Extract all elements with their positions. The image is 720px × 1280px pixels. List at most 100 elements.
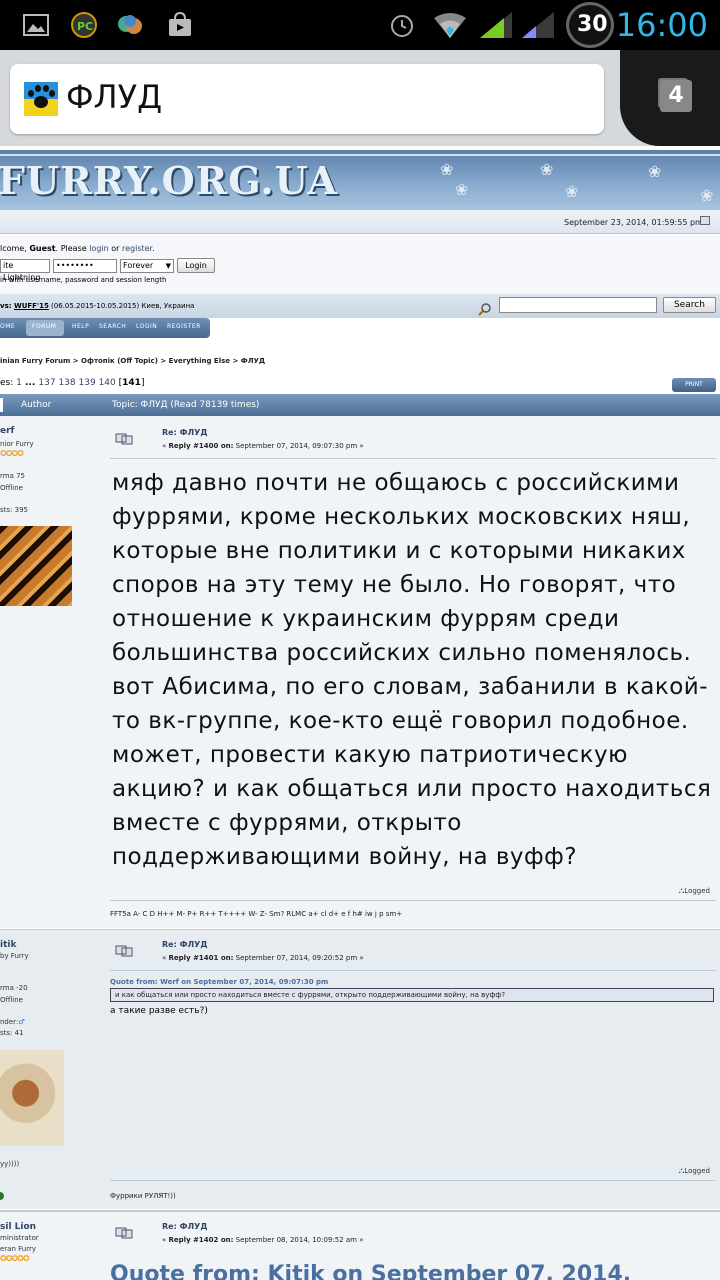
rank-stars: ✪✪✪✪✪ xyxy=(0,1254,29,1263)
session-length-select[interactable]: Forever ▼ xyxy=(120,259,174,273)
print-button[interactable]: PRINT xyxy=(672,378,716,392)
reply-info: « Reply #1401 on: September 07, 2014, 09… xyxy=(162,954,364,962)
login-area: lcome, Guest. Please login or register. … xyxy=(0,236,720,294)
quote-header[interactable]: Quote from: Kitik on September 07, 2014,… xyxy=(110,1262,720,1280)
breadcrumb-item[interactable]: ФЛУД xyxy=(241,357,265,365)
paw-decor-icon: ❀ xyxy=(565,182,579,201)
current-page: 141 xyxy=(122,378,141,388)
register-link[interactable]: register xyxy=(122,244,152,253)
signal-icon xyxy=(480,12,512,38)
alarm-icon xyxy=(391,15,413,37)
post: itik by Furry rma -20 Offline nder:♂ sts… xyxy=(0,929,720,1209)
online-dot-icon xyxy=(0,1192,4,1200)
poster-status: Offline xyxy=(0,996,23,1004)
news-body: (06.05.2015-10.05.2015) Киев, Украина xyxy=(48,302,195,310)
chevron-down-icon: ▼ xyxy=(165,262,171,270)
page-link[interactable]: 140 xyxy=(99,378,116,388)
search-input[interactable] xyxy=(499,297,657,313)
paw-icon xyxy=(24,82,58,116)
author-column-header: Author xyxy=(21,400,52,410)
reply-date: September 07, 2014, 09:20:52 pm » xyxy=(233,954,364,962)
poster-gender: nder:♂ xyxy=(0,1018,25,1026)
breadcrumb-separator: > xyxy=(157,357,169,365)
gallery-icon xyxy=(23,14,49,36)
menu-login[interactable]: LOGIN xyxy=(136,323,157,330)
logged-indicator: ⛬Logged xyxy=(679,1166,710,1176)
post-icon xyxy=(115,945,133,957)
gender-label: nder: xyxy=(0,1018,19,1026)
post-icon xyxy=(115,433,133,445)
login-link[interactable]: login xyxy=(89,244,109,253)
post: sil Lion ministrator eran Furry ✪✪✪✪✪ Re… xyxy=(0,1210,720,1280)
poster-rank-2: eran Furry xyxy=(0,1245,36,1253)
clock: 16:00 xyxy=(615,6,708,44)
guest-label: Guest xyxy=(29,244,56,253)
page-link[interactable]: 137 xyxy=(38,378,55,388)
breadcrumb-item[interactable]: Офтопік (Off Topic) xyxy=(81,357,158,365)
svg-text:PC: PC xyxy=(77,20,93,33)
url-bar[interactable]: ФЛУД xyxy=(10,64,604,134)
quote-header[interactable]: Quote from: Werf on September 07, 2014, … xyxy=(110,978,328,986)
menu-home[interactable]: OME xyxy=(0,323,15,330)
login-hint: in with username, password and session l… xyxy=(0,276,167,284)
password-field[interactable]: •••••••• xyxy=(53,259,117,273)
post-subject[interactable]: Re: ФЛУД xyxy=(162,428,207,437)
menu-help[interactable]: HELP xyxy=(72,323,89,330)
poster-info: sil Lion ministrator eran Furry ✪✪✪✪✪ xyxy=(0,1212,100,1280)
male-icon: ♂ xyxy=(18,1018,25,1026)
news-link[interactable]: WUFF'15 xyxy=(14,302,49,310)
poster-info: erf nior Furry ✪✪✪✪ rma 75 Offline sts: … xyxy=(0,416,100,928)
reply-number: Reply #1400 on: xyxy=(168,442,234,450)
poster-name[interactable]: erf xyxy=(0,426,14,436)
breadcrumb-item[interactable]: inian Furry Forum xyxy=(0,357,70,365)
poster-name[interactable]: sil Lion xyxy=(0,1222,36,1232)
status-bar: PC 30 16:00 xyxy=(0,0,720,50)
post-subject[interactable]: Re: ФЛУД xyxy=(162,940,207,949)
session-value: Forever xyxy=(123,261,154,270)
news-text: vs: WUFF'15 (06.05.2015-10.05.2015) Киев… xyxy=(0,302,194,310)
menu-search[interactable]: SEARCH xyxy=(99,323,126,330)
main-menu: OME FORUM HELP SEARCH LOGIN REGISTER xyxy=(0,318,210,338)
current-date: September 23, 2014, 01:59:55 pm xyxy=(564,218,703,227)
search-button[interactable]: Search xyxy=(663,297,716,313)
paw-decor-icon: ❀ xyxy=(700,186,714,205)
collapse-icon[interactable] xyxy=(700,216,710,225)
poster-post-count: sts: 395 xyxy=(0,506,28,514)
or-text: or xyxy=(108,244,122,253)
rank-stars: ✪✪✪✪ xyxy=(0,449,24,458)
divider xyxy=(110,970,716,971)
reply-date: September 07, 2014, 09:07:30 pm » xyxy=(233,442,364,450)
reply-info: « Reply #1402 on: September 08, 2014, 10… xyxy=(162,1236,364,1244)
logged-indicator: ⛬Logged xyxy=(679,886,710,896)
poster-info: itik by Furry rma -20 Offline nder:♂ sts… xyxy=(0,930,100,1209)
breadcrumb-item[interactable]: Everything Else xyxy=(169,357,230,365)
poster-karma: rma 75 xyxy=(0,472,25,480)
post-icon xyxy=(115,1227,133,1239)
menu-register[interactable]: REGISTER xyxy=(167,323,201,330)
reply-info: « Reply #1400 on: September 07, 2014, 09… xyxy=(162,442,364,450)
menu-forum[interactable]: FORUM xyxy=(32,323,56,330)
poster-post-count: sts: 41 xyxy=(0,1029,24,1037)
welcome-end: . xyxy=(152,244,155,253)
welcome-text: lcome, Guest. Please login or register. xyxy=(0,244,155,253)
tabs-button[interactable]: 4 xyxy=(620,50,720,146)
page-link[interactable]: 139 xyxy=(79,378,96,388)
login-button[interactable]: Login xyxy=(177,258,215,273)
paw-decor-icon: ❀ xyxy=(648,162,662,181)
page-link[interactable]: 138 xyxy=(58,378,75,388)
reply-number: Reply #1402 on: xyxy=(168,1236,234,1244)
date-bar: September 23, 2014, 01:59:55 pm xyxy=(0,210,720,234)
post-subject[interactable]: Re: ФЛУД xyxy=(162,1222,207,1231)
forum-logo[interactable]: FURRY.ORG.UA xyxy=(0,158,338,203)
divider xyxy=(110,1180,716,1181)
post: erf nior Furry ✪✪✪✪ rma 75 Offline sts: … xyxy=(0,416,720,928)
breadcrumb-separator: > xyxy=(70,357,82,365)
logged-label: Logged xyxy=(684,887,710,895)
post-content: Re: ФЛУД « Reply #1400 on: September 07,… xyxy=(110,416,720,928)
poster-rank: ministrator xyxy=(0,1234,39,1242)
poster-extra: yy)))) xyxy=(0,1160,20,1168)
topic-header: Author Topic: ФЛУД (Read 78139 times) xyxy=(0,394,720,416)
avatar xyxy=(0,526,72,606)
poster-name[interactable]: itik xyxy=(0,940,16,950)
username-field[interactable]: ite Lightning xyxy=(0,259,50,282)
